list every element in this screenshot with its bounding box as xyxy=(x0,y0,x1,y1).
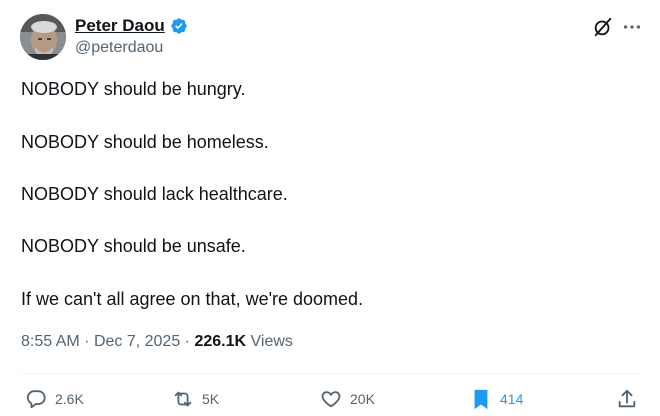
tweet-line: NOBODY should be unsafe. xyxy=(21,236,246,256)
more-icon[interactable] xyxy=(621,16,643,38)
repost-button[interactable]: 5K xyxy=(172,388,219,410)
meta-separator: · xyxy=(84,333,90,350)
tweet-line: NOBODY should lack healthcare. xyxy=(21,184,288,204)
reply-count: 2.6K xyxy=(55,391,84,407)
views-count: 226.1K xyxy=(194,333,247,350)
author-row: Peter Daou xyxy=(75,16,188,36)
like-count: 20K xyxy=(350,391,375,407)
like-icon xyxy=(321,391,341,408)
avatar-image xyxy=(20,14,66,60)
tweet-meta: 8:55 AM · Dec 7, 2025 · 226.1K Views xyxy=(21,333,293,351)
tweet-time[interactable]: 8:55 AM xyxy=(21,333,80,350)
share-button[interactable] xyxy=(616,388,638,410)
grok-icon[interactable] xyxy=(592,16,614,38)
like-button[interactable]: 20K xyxy=(320,388,375,410)
reply-button[interactable]: 2.6K xyxy=(25,388,84,410)
views-label: Views xyxy=(250,333,293,350)
bookmark-icon xyxy=(474,389,488,410)
verified-badge-icon xyxy=(171,18,187,34)
bookmark-button[interactable]: 414 xyxy=(470,388,523,410)
tweet-line: If we can't all agree on that, we're doo… xyxy=(21,289,364,309)
repost-count: 5K xyxy=(202,391,220,407)
repost-icon xyxy=(174,391,192,407)
bookmark-count: 414 xyxy=(500,391,524,407)
meta-separator: · xyxy=(184,333,190,350)
tweet-card: Peter Daou @peterdaou NOBODY should be h… xyxy=(0,0,660,416)
tweet-line: NOBODY should be hungry. xyxy=(21,79,246,99)
avatar[interactable] xyxy=(20,14,66,60)
reply-icon xyxy=(26,390,46,409)
author-name[interactable]: Peter Daou xyxy=(75,16,165,36)
tweet-date[interactable]: Dec 7, 2025 xyxy=(94,333,180,350)
tweet-line: NOBODY should be homeless. xyxy=(21,132,269,152)
share-icon xyxy=(618,389,636,408)
divider xyxy=(21,373,641,374)
author-handle[interactable]: @peterdaou xyxy=(75,39,163,57)
